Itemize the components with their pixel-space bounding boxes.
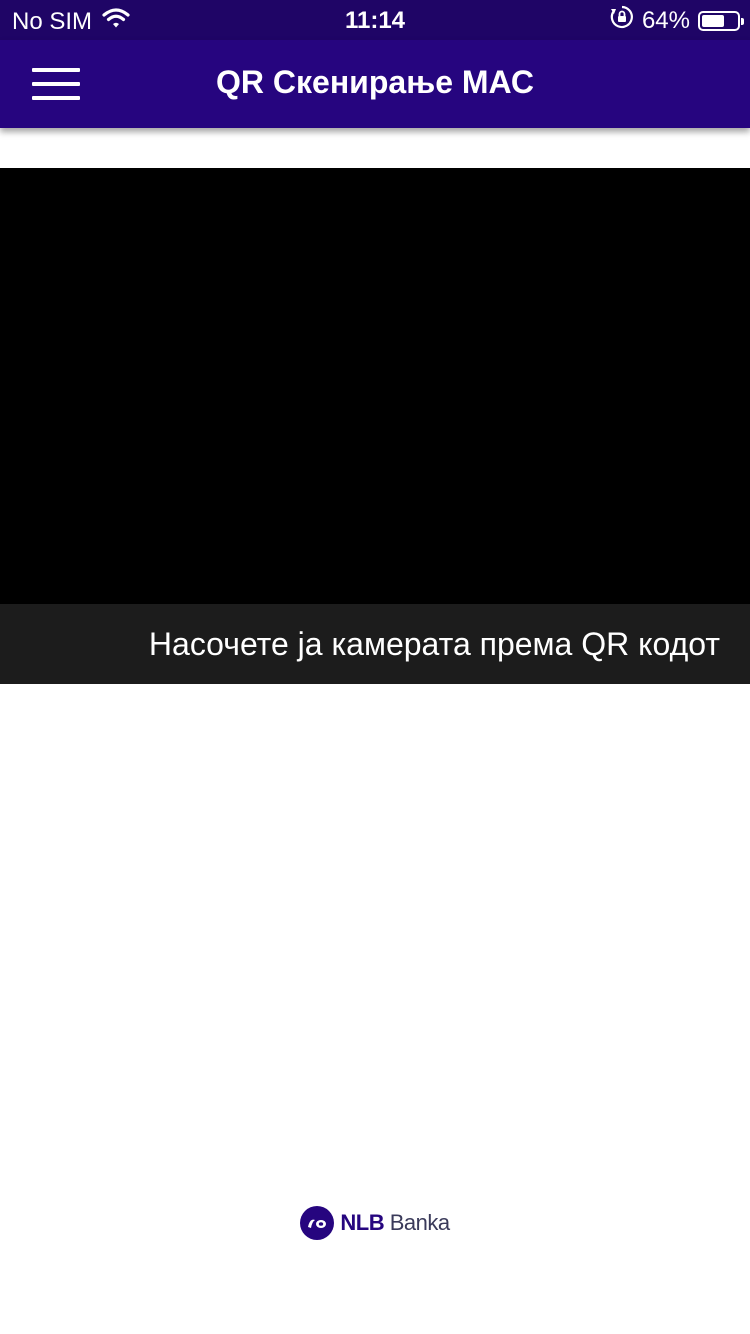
scan-instruction: Насочете ја камерата према QR кодот: [0, 604, 750, 684]
brand-logo: NLB Banka: [0, 1206, 750, 1240]
battery-percentage: 64%: [641, 6, 690, 34]
battery-icon: [698, 10, 744, 31]
status-right-group: 64%: [610, 5, 744, 36]
page-title: QR Скенирање МАС: [216, 64, 534, 100]
app-bar: QR Скенирање МАС: [0, 40, 750, 128]
status-bar: No SIM 11:14 64%: [0, 0, 750, 40]
brand-name-light: Banka: [389, 1210, 450, 1235]
nlb-logo-icon: [300, 1206, 335, 1240]
brand-name-bold: NLB: [340, 1210, 385, 1235]
camera-viewfinder[interactable]: [0, 168, 750, 604]
brand-name: NLB Banka: [340, 1210, 450, 1236]
battery-level: [702, 14, 724, 27]
rotation-lock-icon: [610, 5, 634, 36]
